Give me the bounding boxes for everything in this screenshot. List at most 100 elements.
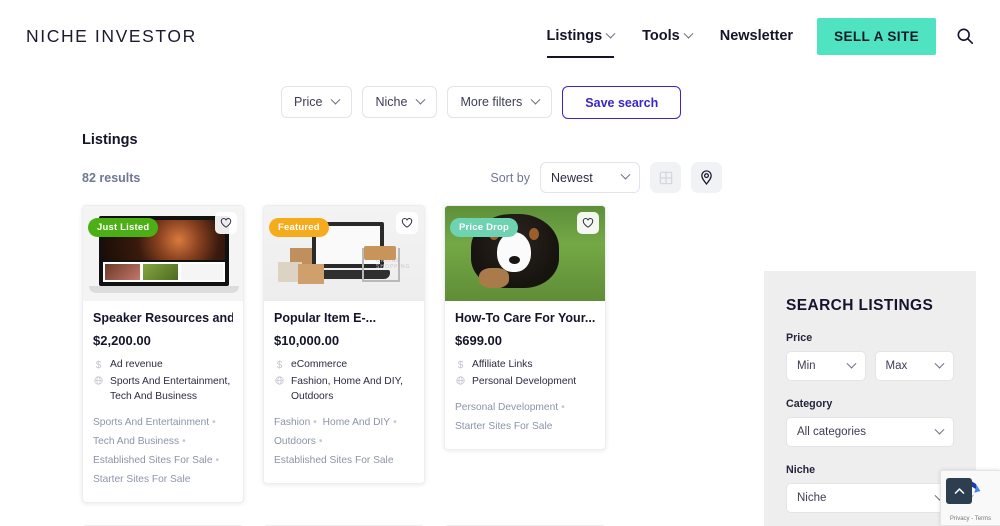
listing-price: $10,000.00 — [274, 333, 340, 348]
dollar-icon: $ — [457, 360, 464, 371]
filter-more[interactable]: More filters — [447, 86, 553, 118]
price-label: Price — [786, 332, 813, 344]
listing-title[interactable]: Speaker Resources and... — [93, 311, 233, 325]
filter-price-label: Price — [294, 95, 323, 109]
favorite-button[interactable] — [215, 212, 237, 234]
price-max-select[interactable]: Max — [874, 351, 954, 381]
chevron-down-icon — [683, 28, 694, 39]
favorite-button[interactable] — [577, 212, 599, 234]
chevron-down-icon — [934, 424, 945, 435]
sort-select-value: Newest — [551, 170, 593, 185]
sort-controls: Sort by Newest — [490, 162, 722, 193]
status-badge: Featured — [269, 218, 329, 237]
filter-bar: Price Niche More filters Save search — [0, 72, 1000, 126]
price-min-select[interactable]: Min — [786, 351, 866, 381]
price-min-value: Min — [797, 360, 816, 372]
listing-tag[interactable]: Fashion — [274, 417, 310, 428]
listing-card-image: Price Drop — [445, 206, 605, 301]
recaptcha-text[interactable]: Privacy - Terms — [950, 516, 991, 522]
search-icon[interactable] — [954, 25, 976, 47]
nav-item-tools-label: Tools — [642, 28, 680, 44]
listing-category: Personal Development — [472, 375, 577, 387]
site-logo[interactable]: NICHE INVESTOR — [26, 26, 197, 47]
listing-meta: $ Affiliate Links Personal Development — [455, 357, 595, 390]
globe-icon — [93, 374, 104, 406]
chevron-down-icon — [530, 94, 541, 105]
listing-card-body: Popular Item E-... $10,000.00 $ eCommerc… — [264, 301, 424, 483]
filter-price[interactable]: Price — [281, 86, 353, 118]
heart-icon — [401, 218, 413, 228]
listing-category-row: Personal Development — [455, 374, 595, 391]
listing-tag[interactable]: Established Sites For Sale — [93, 455, 212, 466]
price-range-row: Min Max — [786, 351, 954, 381]
listing-monetization-row: $ Ad revenue — [93, 357, 233, 374]
listing-monetization-row: $ Affiliate Links — [455, 357, 595, 374]
listing-cards-row: Just Listed Speaker Resources and... $2,… — [82, 205, 722, 503]
listing-card[interactable]: Just Listed Speaker Resources and... $2,… — [82, 205, 244, 503]
main-nav: Listings Tools Newsletter SELL A SITE — [533, 0, 976, 72]
sort-by-label: Sort by — [490, 170, 530, 185]
results-count: 82 results — [82, 170, 141, 185]
globe-icon — [274, 374, 285, 406]
nav-item-tools[interactable]: Tools — [628, 0, 706, 72]
filter-niche[interactable]: Niche — [362, 86, 438, 118]
listing-tag[interactable]: Starter Sites For Sale — [455, 421, 552, 432]
listing-category-row: Sports And Entertainment, Tech And Busin… — [93, 374, 233, 406]
listing-category: Fashion, Home And DIY, Outdoors — [291, 375, 403, 403]
category-label: Category — [786, 398, 833, 410]
listing-card-body: How-To Care For Your... $699.00 $ Affili… — [445, 301, 605, 449]
listing-category: Sports And Entertainment, Tech And Busin… — [110, 375, 231, 403]
dollar-icon: $ — [276, 360, 283, 371]
listing-tag[interactable]: Sports And Entertainment — [93, 417, 209, 428]
listing-tag[interactable]: Outdoors — [274, 436, 316, 447]
listing-title[interactable]: How-To Care For Your... — [455, 311, 595, 325]
favorite-button[interactable] — [396, 212, 418, 234]
map-pin-icon — [701, 170, 712, 185]
sell-a-site-button[interactable]: SELL A SITE — [817, 17, 936, 55]
listing-card[interactable]: Price Drop How-To Care For Your... $699.… — [444, 205, 606, 450]
heart-icon — [582, 218, 594, 228]
listing-tags: Personal Development • Starter Sites For … — [455, 402, 565, 432]
filter-more-label: More filters — [460, 95, 523, 109]
listing-tags: Fashion • Home And DIY • Outdoors • Establi… — [274, 417, 397, 467]
page-body: Listings 82 results Sort by Newest Just … — [0, 126, 1000, 526]
nav-item-newsletter[interactable]: Newsletter — [706, 0, 807, 72]
save-search-button[interactable]: Save search — [562, 85, 682, 119]
listing-card-body: Speaker Resources and... $2,200.00 $ Ad … — [83, 301, 243, 502]
listing-card-image: Just Listed — [83, 206, 243, 301]
listing-meta: $ Ad revenue Sports And Entertainment, T… — [93, 357, 233, 405]
listing-card-image: ONLINE SHOPPING Featured — [264, 206, 424, 301]
listing-tags: Sports And Entertainment • Tech And Busin… — [93, 417, 220, 486]
status-badge: Price Drop — [450, 218, 519, 237]
sort-select[interactable]: Newest — [540, 162, 640, 193]
grid-view-button[interactable] — [650, 162, 681, 193]
listing-tag[interactable]: Established Sites For Sale — [274, 455, 393, 466]
chevron-down-icon — [331, 94, 341, 105]
listing-tag[interactable]: Home And DIY — [323, 417, 390, 428]
nav-item-listings[interactable]: Listings — [533, 0, 629, 72]
nav-item-listings-label: Listings — [546, 28, 603, 44]
listing-price: $699.00 — [455, 333, 502, 348]
map-view-button[interactable] — [691, 162, 722, 193]
listing-card[interactable]: ONLINE SHOPPING Featured Popular Item E-… — [263, 205, 425, 485]
listing-monetization: Affiliate Links — [472, 359, 533, 370]
scroll-to-top-button[interactable] — [946, 478, 972, 504]
heart-icon — [220, 218, 232, 228]
niche-label: Niche — [786, 464, 816, 476]
globe-icon — [455, 374, 466, 391]
chevron-down-icon — [620, 169, 631, 180]
listing-monetization: Ad revenue — [110, 359, 163, 370]
chevron-up-icon — [954, 487, 964, 494]
sidebar-title: SEARCH LISTINGS — [786, 297, 934, 314]
category-select[interactable]: All categories — [786, 417, 954, 447]
listing-title[interactable]: Popular Item E-... — [274, 311, 414, 325]
listing-monetization-row: $ eCommerce — [274, 357, 414, 374]
status-badge: Just Listed — [88, 218, 159, 237]
niche-value: Niche — [797, 492, 827, 504]
listing-tag[interactable]: Tech And Business — [93, 436, 179, 447]
listing-tag[interactable]: Personal Development — [455, 402, 558, 413]
listing-price: $2,200.00 — [93, 333, 151, 348]
page-title: Listings — [82, 132, 138, 148]
niche-select[interactable]: Niche — [786, 483, 954, 513]
listing-tag[interactable]: Starter Sites For Sale — [93, 474, 190, 485]
